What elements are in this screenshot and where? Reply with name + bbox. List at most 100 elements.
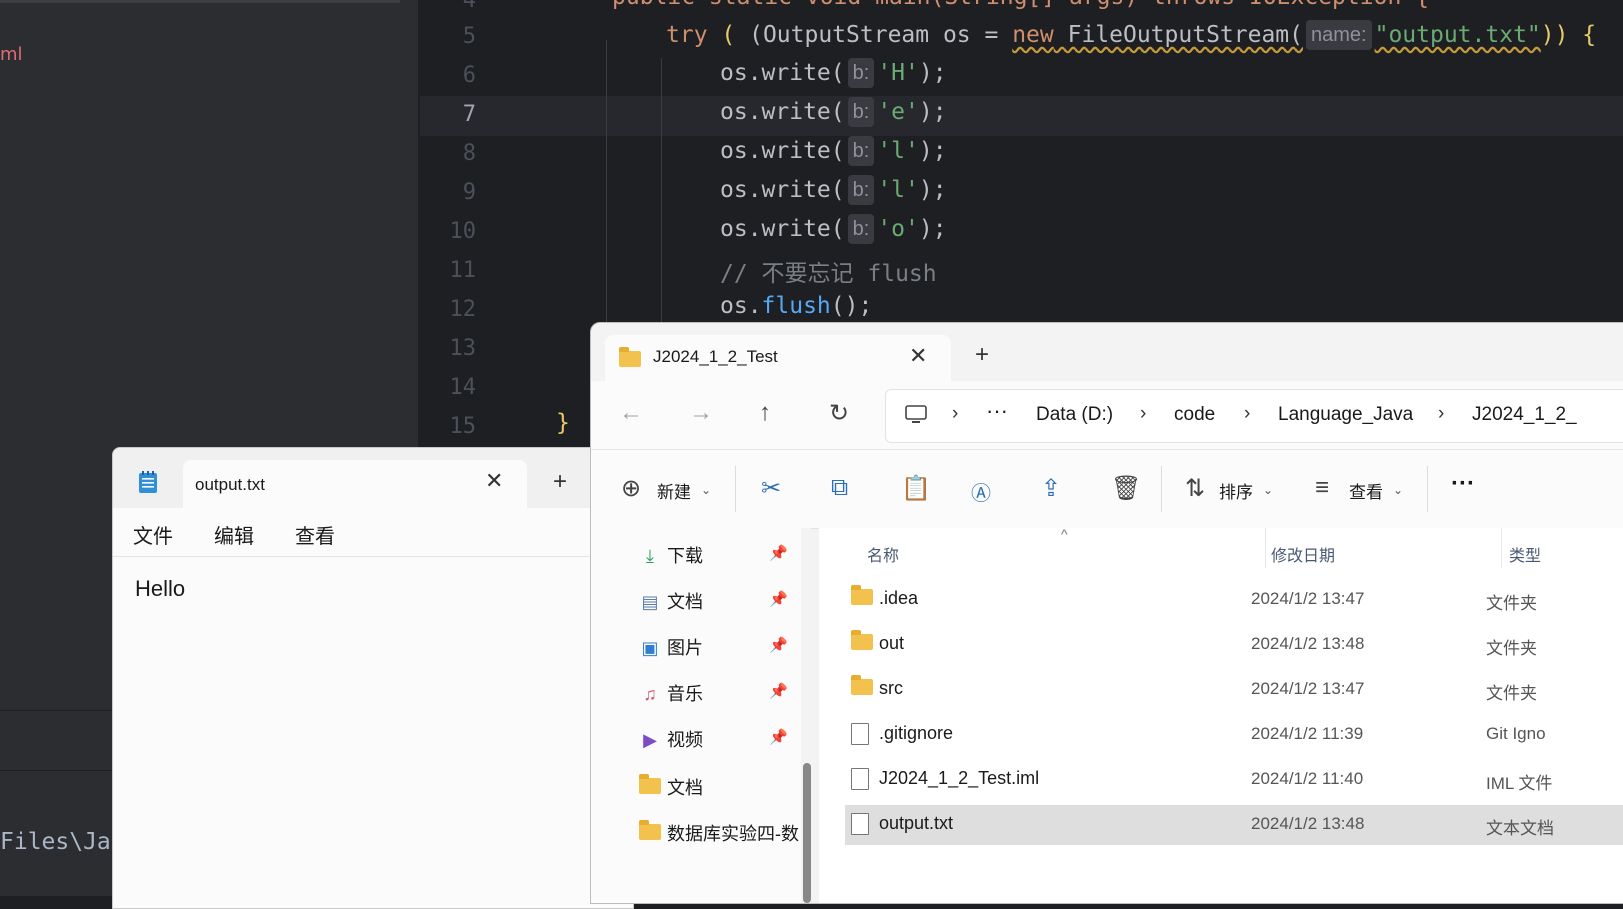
- menu-file[interactable]: 文件: [133, 520, 173, 549]
- pin-icon[interactable]: 📌: [769, 728, 788, 746]
- code-text: );: [918, 138, 947, 164]
- param-hint: b:: [847, 214, 875, 244]
- code-text: )) {: [1540, 22, 1597, 48]
- breadcrumb-more[interactable]: ···: [986, 398, 1008, 424]
- char-literal: 'e': [877, 99, 919, 125]
- file-date: 2024/1/2 13:48: [1251, 634, 1365, 653]
- breadcrumb-code[interactable]: code: [1174, 404, 1215, 426]
- column-header-date[interactable]: 修改日期: [1271, 542, 1335, 566]
- file-date: 2024/1/2 13:47: [1251, 589, 1365, 608]
- more-options-button[interactable]: ···: [1451, 470, 1475, 498]
- copy-icon[interactable]: ⧉: [831, 474, 848, 502]
- forward-button[interactable]: →: [689, 399, 713, 427]
- code-line-9[interactable]: os.write(b:'l');: [720, 175, 947, 205]
- file-type: 文件夹: [1486, 639, 1537, 658]
- line-number-current: 7: [462, 102, 476, 127]
- nav-item-downloads[interactable]: ⤓ 下载: [639, 542, 703, 568]
- code-text: );: [918, 60, 947, 86]
- file-row-src[interactable]: src 2024/1/2 13:47 文件夹: [845, 670, 1623, 710]
- folder-icon: [639, 774, 661, 799]
- close-tab-button[interactable]: ✕: [909, 343, 927, 369]
- back-button[interactable]: ←: [619, 399, 643, 427]
- new-button[interactable]: 新建: [657, 478, 691, 503]
- chevron-down-icon: ⌄: [1263, 483, 1274, 497]
- menu-edit[interactable]: 编辑: [214, 520, 254, 549]
- keyword-try: try: [666, 22, 708, 48]
- breadcrumb-language-java[interactable]: Language_Java: [1278, 404, 1413, 426]
- pictures-icon: ▣: [641, 638, 659, 658]
- line-number: 13: [449, 336, 477, 361]
- breadcrumb-drive[interactable]: Data (D:): [1036, 404, 1113, 426]
- code-line-6[interactable]: os.write(b: 'H');: [720, 58, 947, 88]
- text-file-icon: [851, 813, 869, 841]
- column-header-name[interactable]: 名称: [867, 542, 899, 566]
- char-literal: 'o': [877, 216, 919, 242]
- nav-item-folder-database[interactable]: 数据库实验四-数: [639, 820, 799, 846]
- code-line-12[interactable]: os.flush();: [720, 293, 872, 319]
- column-divider[interactable]: [1501, 528, 1502, 568]
- up-button[interactable]: ↑: [759, 399, 771, 427]
- settings-file-icon: [851, 723, 869, 751]
- new-tab-button[interactable]: +: [553, 468, 567, 496]
- address-bar[interactable]: › ··· Data (D:) › code › Language_Java ›…: [885, 389, 1623, 443]
- rename-icon[interactable]: Ⓐ: [971, 477, 991, 506]
- code-text: os.write(: [720, 216, 845, 242]
- file-row-output-txt[interactable]: output.txt 2024/1/2 13:48 文本文档: [845, 805, 1623, 845]
- file-name: .gitignore: [879, 723, 954, 743]
- pin-icon[interactable]: 📌: [769, 682, 788, 700]
- line-number: 12: [449, 297, 477, 322]
- file-date: 2024/1/2 11:40: [1251, 769, 1364, 788]
- close-tab-button[interactable]: ✕: [485, 468, 503, 494]
- code-comment[interactable]: // 不要忘记 flush: [720, 254, 937, 288]
- paste-icon[interactable]: 📋: [901, 474, 931, 503]
- nav-item-pictures[interactable]: ▣ 图片: [639, 634, 703, 660]
- pin-icon[interactable]: 📌: [769, 590, 788, 608]
- sort-button[interactable]: 排序: [1219, 478, 1253, 503]
- file-row-iml[interactable]: J2024_1_2_Test.iml 2024/1/2 11:40 IML 文件: [845, 760, 1623, 800]
- new-tab-button[interactable]: +: [975, 341, 989, 369]
- project-file-name[interactable]: ml: [0, 44, 23, 65]
- view-icon: ≡: [1315, 474, 1330, 501]
- breadcrumb-project[interactable]: J2024_1_2_: [1472, 404, 1577, 426]
- nav-item-videos[interactable]: ▶ 视频: [639, 726, 703, 752]
- pin-icon[interactable]: 📌: [769, 544, 788, 562]
- file-row-gitignore[interactable]: .gitignore 2024/1/2 11:39 Git Igno: [845, 715, 1623, 755]
- scrollbar-thumb[interactable]: [803, 763, 811, 903]
- code-line-10[interactable]: os.write(b:'o');: [720, 214, 947, 244]
- nav-item-folder-documents[interactable]: 文档: [639, 774, 703, 800]
- column-header-type[interactable]: 类型: [1509, 542, 1541, 566]
- code-line-7[interactable]: os.write(b:'e');: [720, 97, 947, 127]
- code-line-8[interactable]: os.write(b:'l');: [720, 136, 947, 166]
- nav-item-music[interactable]: ♫ 音乐: [639, 680, 703, 706]
- text-content[interactable]: Hello: [135, 576, 185, 602]
- code-line-4[interactable]: public static void main(String[] args) t…: [612, 0, 1429, 10]
- navigation-bar: ← → ↑ ↻ › ··· Data (D:) › code › Languag…: [591, 381, 1623, 449]
- command-bar: ⊕ 新建 ⌄ ✂ ⧉ 📋 Ⓐ ⇪ 🗑 ⇅ 排序 ⌄ ≡ 查看 ⌄ ···: [591, 449, 1623, 529]
- file-name: output.txt: [879, 813, 954, 833]
- delete-icon[interactable]: 🗑: [1111, 474, 1141, 503]
- char-literal: 'l': [877, 138, 919, 164]
- chevron-right-icon: ›: [1140, 403, 1147, 424]
- file-name: J2024_1_2_Test.iml: [879, 768, 1040, 788]
- terminal-text: Files\Jav: [0, 829, 125, 855]
- current-line-highlight: [420, 96, 1623, 136]
- column-divider[interactable]: [1265, 528, 1266, 568]
- param-hint: b:: [847, 58, 875, 88]
- panel-header: [0, 0, 400, 3]
- new-icon: ⊕: [621, 475, 642, 502]
- share-icon[interactable]: ⇪: [1041, 474, 1061, 503]
- code-text: os.write(: [720, 177, 845, 203]
- file-row-out[interactable]: out 2024/1/2 13:48 文件夹: [845, 625, 1623, 665]
- method-name: flush: [761, 293, 831, 319]
- menu-view[interactable]: 查看: [295, 520, 335, 549]
- pin-icon[interactable]: 📌: [769, 636, 788, 654]
- file-row-idea[interactable]: .idea 2024/1/2 13:47 文件夹: [845, 580, 1623, 620]
- refresh-button[interactable]: ↻: [829, 399, 849, 428]
- nav-item-documents[interactable]: ▤ 文档: [639, 588, 703, 614]
- code-line-15[interactable]: }: [556, 410, 570, 436]
- cut-icon[interactable]: ✂: [761, 474, 781, 503]
- code-line-5[interactable]: try ( (OutputStream os = new FileOutputS…: [666, 20, 1596, 50]
- view-button[interactable]: 查看: [1349, 478, 1383, 503]
- file-date: 2024/1/2 13:48: [1251, 814, 1365, 833]
- divider: [1161, 466, 1162, 512]
